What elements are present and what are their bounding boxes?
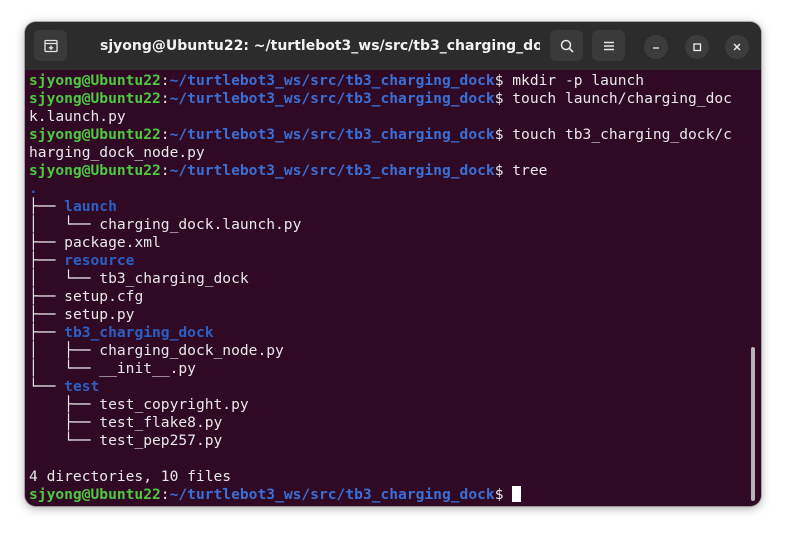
tree-branch: ├── [29, 414, 100, 431]
scrollbar[interactable] [751, 347, 755, 501]
tree-directory: resource [64, 252, 135, 269]
search-button[interactable] [550, 30, 583, 61]
tree-file: setup.cfg [64, 288, 144, 305]
maximize-button[interactable] [685, 35, 709, 59]
terminal-line: sjyong@Ubuntu22:~/turtlebot3_ws/src/tb3_… [29, 486, 761, 504]
prompt-path: ~/turtlebot3_ws/src/tb3_charging_dock [169, 162, 495, 179]
tree-entry: │ ├── charging_dock_node.py [29, 342, 761, 360]
terminal-window: sjyong@Ubuntu22: ~/turtlebot3_ws/src/tb3… [25, 22, 761, 506]
tree-entry: ├── launch [29, 198, 761, 216]
new-tab-button[interactable] [34, 30, 67, 61]
tree-root: . [29, 180, 761, 198]
tree-root-dot: . [29, 180, 38, 197]
terminal-line: sjyong@Ubuntu22:~/turtlebot3_ws/src/tb3_… [29, 162, 761, 180]
tree-branch: └── [29, 432, 100, 449]
tree-file: charging_dock_node.py [99, 342, 284, 359]
prompt-user-host: sjyong@Ubuntu22 [29, 486, 161, 503]
command-text: tree [503, 162, 548, 179]
tree-entry: └── test [29, 378, 761, 396]
close-icon [733, 43, 741, 51]
terminal-output[interactable]: sjyong@Ubuntu22:~/turtlebot3_ws/src/tb3_… [25, 70, 761, 506]
prompt-user-host: sjyong@Ubuntu22 [29, 72, 161, 89]
tree-entry: ├── package.xml [29, 234, 761, 252]
tree-entry: │ └── charging_dock.launch.py [29, 216, 761, 234]
prompt-symbol: $ [494, 486, 504, 503]
tree-branch: ├── [29, 324, 65, 341]
command-text: harging_dock_node.py [29, 144, 205, 161]
command-text: mkdir -p launch [503, 72, 645, 89]
terminal-line: harging_dock_node.py [29, 144, 761, 162]
tree-summary: 4 directories, 10 files [29, 468, 761, 486]
tree-entry: ├── setup.cfg [29, 288, 761, 306]
close-button[interactable] [725, 35, 749, 59]
prompt-separator: : [160, 162, 170, 179]
command-text: touch tb3_charging_dock/c [503, 126, 732, 143]
command-text: k.launch.py [29, 108, 126, 125]
tree-entry: ├── tb3_charging_dock [29, 324, 761, 342]
title-bar: sjyong@Ubuntu22: ~/turtlebot3_ws/src/tb3… [25, 22, 761, 70]
terminal-line: sjyong@Ubuntu22:~/turtlebot3_ws/src/tb3_… [29, 72, 761, 90]
window-title: sjyong@Ubuntu22: ~/turtlebot3_ws/src/tb3… [100, 38, 540, 54]
tree-branch: ├── [29, 288, 65, 305]
prompt-path: ~/turtlebot3_ws/src/tb3_charging_dock [169, 486, 495, 503]
prompt-path: ~/turtlebot3_ws/src/tb3_charging_dock [169, 72, 495, 89]
tree-file: test_copyright.py [99, 396, 249, 413]
prompt-separator: : [160, 90, 170, 107]
tree-directory: tb3_charging_dock [64, 324, 214, 341]
tree-branch: │ └── [29, 270, 100, 287]
tree-entry: │ └── __init__.py [29, 360, 761, 378]
tree-branch: │ └── [29, 360, 100, 377]
terminal-line: sjyong@Ubuntu22:~/turtlebot3_ws/src/tb3_… [29, 90, 761, 108]
minimize-icon [653, 47, 659, 49]
tree-file: __init__.py [99, 360, 196, 377]
tree-entry: └── test_pep257.py [29, 432, 761, 450]
tree-file: package.xml [64, 234, 161, 251]
hamburger-menu-icon [603, 41, 614, 50]
tree-entry: │ └── tb3_charging_dock [29, 270, 761, 288]
tree-entry: ├── resource [29, 252, 761, 270]
prompt-separator: : [160, 126, 170, 143]
tree-file: tb3_charging_dock [99, 270, 249, 287]
text-cursor [512, 486, 522, 502]
command-text: touch launch/charging_doc [503, 90, 732, 107]
prompt-separator: : [160, 486, 170, 503]
tree-entry: ├── test_copyright.py [29, 396, 761, 414]
tree-entry: ├── test_flake8.py [29, 414, 761, 432]
tree-branch: ├── [29, 252, 65, 269]
menu-button[interactable] [592, 30, 625, 61]
tree-file: test_pep257.py [99, 432, 223, 449]
tree-branch: └── [29, 378, 65, 395]
prompt-user-host: sjyong@Ubuntu22 [29, 126, 161, 143]
tree-branch: ├── [29, 396, 100, 413]
tree-branch: │ └── [29, 216, 100, 233]
prompt-path: ~/turtlebot3_ws/src/tb3_charging_dock [169, 90, 495, 107]
tree-file: setup.py [64, 306, 135, 323]
summary-text: 4 directories, 10 files [29, 468, 232, 485]
tree-branch: ├── [29, 306, 65, 323]
tree-file: charging_dock.launch.py [99, 216, 302, 233]
tree-directory: test [64, 378, 100, 395]
minimize-button[interactable] [644, 35, 668, 59]
terminal-line: k.launch.py [29, 108, 761, 126]
search-icon [560, 39, 574, 53]
prompt-path: ~/turtlebot3_ws/src/tb3_charging_dock [169, 126, 495, 143]
tree-branch: ├── [29, 198, 65, 215]
tree-directory: launch [64, 198, 117, 215]
new-tab-icon [43, 39, 58, 52]
prompt-user-host: sjyong@Ubuntu22 [29, 162, 161, 179]
tree-entry: ├── setup.py [29, 306, 761, 324]
tree-file: test_flake8.py [99, 414, 223, 431]
prompt-separator: : [160, 72, 170, 89]
tree-branch: │ ├── [29, 342, 100, 359]
prompt-user-host: sjyong@Ubuntu22 [29, 90, 161, 107]
tree-branch: ├── [29, 234, 65, 251]
terminal-line: sjyong@Ubuntu22:~/turtlebot3_ws/src/tb3_… [29, 126, 761, 144]
maximize-icon [693, 43, 702, 52]
